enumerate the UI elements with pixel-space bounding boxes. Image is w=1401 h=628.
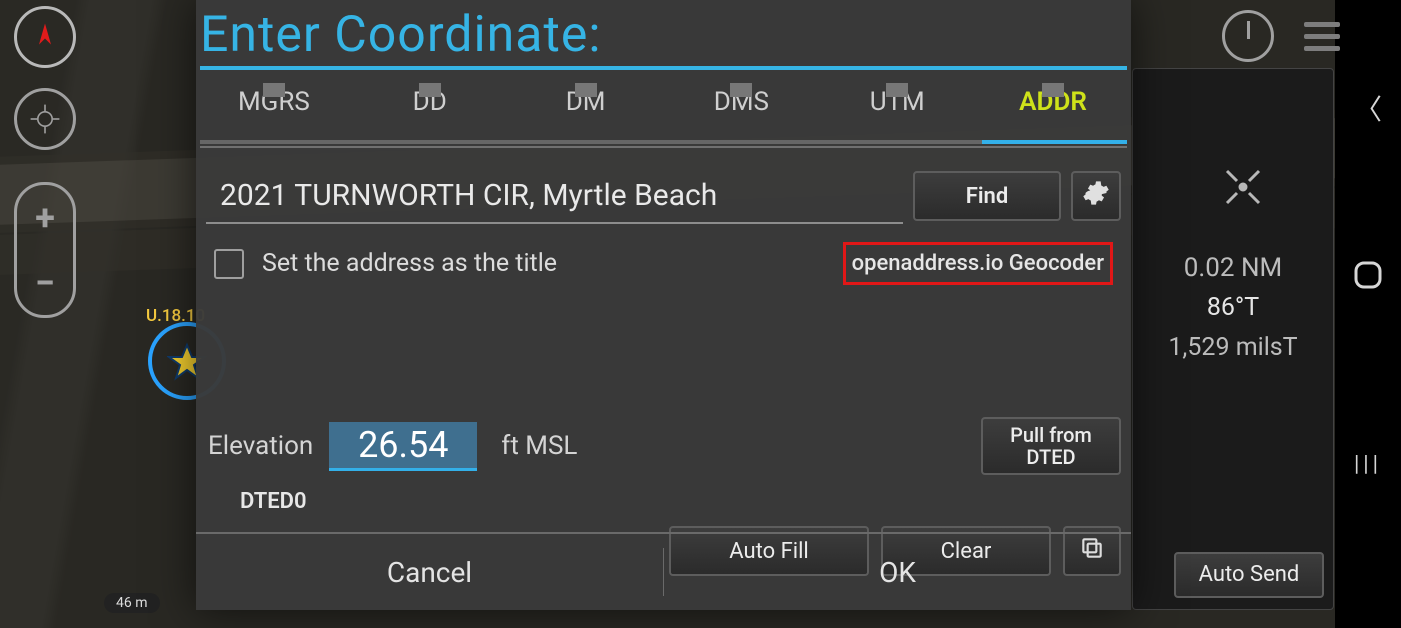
tab-underline	[200, 140, 1127, 144]
set-title-label: Set the address as the title	[262, 249, 557, 278]
find-button[interactable]: Find	[913, 171, 1061, 221]
dialog-title: Enter Coordinate:	[196, 0, 1131, 66]
app-toolbar	[1150, 8, 1340, 64]
elevation-input[interactable]: 26.54	[329, 422, 477, 471]
map-scale: 46 m	[104, 593, 160, 613]
geocoder-provider[interactable]: openaddress.io Geocoder	[843, 242, 1113, 285]
info-panel: 0.02 NM 86°T 1,529 milsT	[1132, 68, 1334, 610]
ok-button[interactable]: OK	[664, 534, 1131, 610]
locate-button[interactable]	[14, 88, 76, 150]
nav-home-icon[interactable]	[1335, 260, 1401, 294]
tab-dm[interactable]: DM	[508, 87, 664, 117]
dted-source: DTED0	[240, 489, 1131, 514]
coord-tabbar: MGRS DD DM DMS UTM ADDR	[196, 70, 1131, 134]
system-nav-rail: 〈 |||	[1335, 0, 1401, 628]
tab-utm[interactable]: UTM	[819, 87, 975, 117]
info-bearing-true: 86°T	[1133, 293, 1333, 322]
compass-icon[interactable]	[14, 6, 76, 68]
tab-mgrs[interactable]: MGRS	[196, 87, 352, 117]
pull-dted-button[interactable]: Pull from DTED	[981, 417, 1121, 475]
tab-dms[interactable]: DMS	[663, 87, 819, 117]
zoom-out-button[interactable]: −	[35, 262, 55, 304]
enter-coordinate-dialog: Enter Coordinate: MGRS DD DM DMS UTM ADD…	[196, 0, 1131, 610]
set-title-checkbox[interactable]	[214, 249, 244, 279]
dialog-footer: Cancel OK	[196, 532, 1131, 610]
elevation-label: Elevation	[208, 431, 313, 461]
gear-icon	[1082, 179, 1110, 213]
info-distance: 0.02 NM	[1133, 253, 1333, 283]
nav-recents-icon[interactable]: |||	[1335, 452, 1401, 477]
tab-addr[interactable]: ADDR	[975, 87, 1131, 117]
crosshair-icon[interactable]	[1223, 167, 1263, 211]
address-input[interactable]: 2021 TURNWORTH CIR, Myrtle Beach	[206, 168, 903, 224]
info-bearing-mils: 1,529 milsT	[1133, 333, 1333, 362]
auto-send-button[interactable]: Auto Send	[1174, 552, 1324, 598]
elevation-unit: ft MSL	[501, 431, 577, 461]
settings-button[interactable]	[1071, 171, 1121, 221]
zoom-in-button[interactable]: +	[35, 197, 55, 239]
nav-back-icon[interactable]: 〈	[1335, 88, 1401, 128]
cancel-button[interactable]: Cancel	[196, 534, 663, 610]
power-icon[interactable]	[1222, 10, 1274, 62]
tab-dd[interactable]: DD	[352, 87, 508, 117]
menu-icon[interactable]	[1304, 22, 1340, 51]
zoom-control[interactable]: + −	[14, 182, 76, 318]
